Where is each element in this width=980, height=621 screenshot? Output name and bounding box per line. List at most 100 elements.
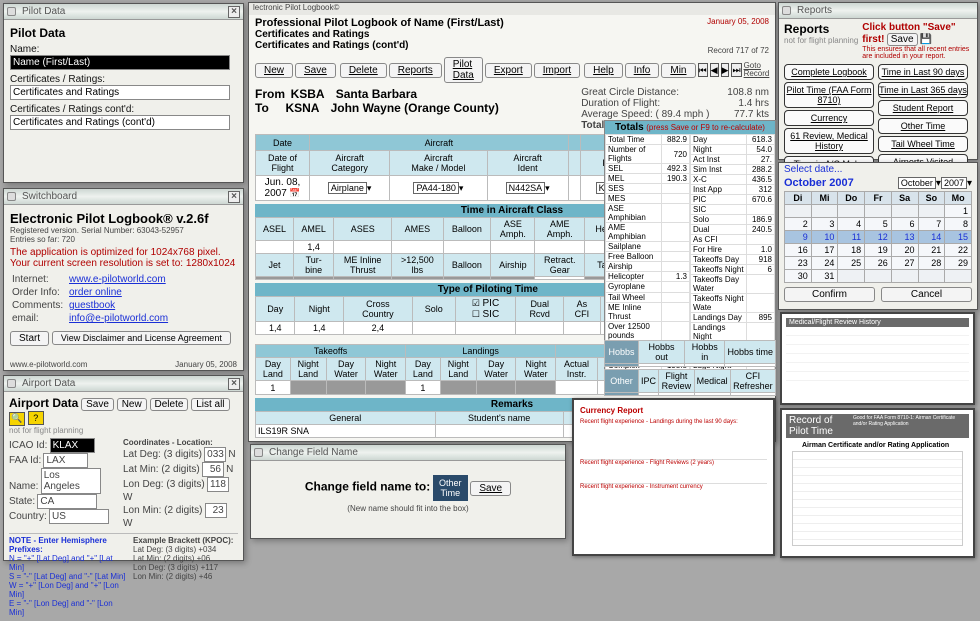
close-icon[interactable]: × [228,6,240,18]
help-button[interactable]: Help [584,63,623,78]
note-header: NOTE - Enter Hemisphere Prefixes: [9,536,127,554]
close-icon[interactable]: × [228,191,240,203]
info-button[interactable]: Info [625,63,660,78]
calendar-title: Select date... [779,163,977,177]
list-all-button[interactable]: List all [191,398,229,411]
latmin-field[interactable]: 56 [202,462,224,477]
nav-first-icon[interactable]: ⏮ [698,63,708,77]
country-label: Country: [9,511,47,522]
pilot-data-titlebar[interactable]: Pilot Data × [4,4,243,20]
coord-header: Coordinates - Location: [123,438,238,447]
latmin-label: Lat Min: (2 digits) [123,464,200,475]
delete-button[interactable]: Delete [150,398,189,411]
calendar-month-label: October 2007 [784,177,898,189]
from-name: Santa Barbara [336,87,417,101]
report-button[interactable]: Complete Logbook [784,64,874,80]
start-button[interactable]: Start [10,331,49,346]
switchboard-title: Switchboard [19,191,77,202]
nav-prev-icon[interactable]: ◀ [710,63,719,77]
name-field[interactable]: Los Angeles [41,468,101,494]
reports-window: Reports Reports not for flight planning … [778,2,978,160]
report-button[interactable]: Other Time [878,118,968,134]
min-button[interactable]: Min [661,63,695,78]
save-icon: 💾 [920,34,932,45]
logbook-date: January 05, 2008 [707,17,769,26]
airport-sub: not for flight planning [9,426,238,435]
report-button[interactable]: Student Report [878,100,968,116]
cert-field[interactable]: Certificates and Ratings [10,85,230,100]
order-link[interactable]: order online [69,287,122,298]
faa-field[interactable]: LAX [43,453,88,468]
new-button[interactable]: New [117,398,147,411]
nav-last-icon[interactable]: ⏭ [731,63,741,77]
category-select[interactable]: Airplane [328,182,367,194]
latdeg-label: Lat Deg: (3 digits) [123,449,202,460]
save-button[interactable]: Save [295,63,336,78]
help-icon[interactable]: ? [28,411,44,425]
hobbs-panel: HobbsHobbs outHobbs inHobbs time OtherIP… [604,340,776,396]
nav-next-icon[interactable]: ▶ [721,63,730,77]
name-label: Name: [9,481,38,492]
internet-link[interactable]: www.e-pilotworld.com [69,274,166,285]
toolbar: New Save Delete Reports Pilot Data Expor… [255,57,769,83]
comments-link[interactable]: guestbook [69,300,115,311]
change-field-window: Change Field Name Change field name to: … [250,444,566,539]
lonmin-field[interactable]: 23 [205,503,227,518]
confirm-button[interactable]: Confirm [784,287,875,302]
binoculars-icon[interactable]: 🔍 [9,412,25,426]
report-button[interactable]: Tail Wheel Time [878,136,968,152]
cancel-button[interactable]: Cancel [881,287,972,302]
switchboard-titlebar[interactable]: Switchboard × [4,189,243,205]
icao-label: ICAO Id: [9,440,47,451]
field-name-box[interactable]: Other Time [433,475,468,501]
goto-record[interactable]: Goto Record [744,62,770,78]
cert-label: Certificates / Ratings: [10,74,237,85]
report-button[interactable]: Currency [784,110,874,126]
import-button[interactable]: Import [534,63,580,78]
registration-line: Registered version. Serial Number: 63043… [10,226,237,235]
thumb-pilot-time: Record of Pilot TimeGood for FAA Form 87… [780,408,975,558]
thumb-currency: Currency Report Recent flight experience… [572,398,775,556]
report-button[interactable]: 61 Review, Medical History [784,128,874,154]
airport-title: Airport Data [19,378,75,389]
month-select[interactable]: October [898,177,936,189]
year-select[interactable]: 2007 [941,177,967,189]
email-link[interactable]: info@e-pilotworld.com [69,313,168,324]
latdeg-field[interactable]: 033 [204,447,226,462]
airport-data-window: Airport Data × Airport Data Save New Del… [3,375,244,561]
state-field[interactable]: CA [37,494,97,509]
change-field-titlebar[interactable]: Change Field Name [251,445,565,461]
reports-button[interactable]: Reports [389,63,442,78]
report-button[interactable]: Time in Last 90 days [878,64,968,80]
name-field[interactable]: Name (First/Last) [10,55,230,70]
save-button[interactable]: Save [887,33,918,46]
logbook-heading: Professional Pilot Logbook of Name (Firs… [255,17,504,29]
window-icon [7,7,16,16]
date-field[interactable]: Jun. 08, 2007 [265,177,301,199]
country-field[interactable]: US [49,509,109,524]
pilotdata-button[interactable]: Pilot Data [444,57,483,83]
close-icon[interactable]: × [228,378,240,390]
disclaimer-button[interactable]: View Disclaimer and License Agreement [52,331,231,345]
delete-button[interactable]: Delete [340,63,387,78]
reports-titlebar[interactable]: Reports [779,3,977,19]
lonmin-label: Lon Min: (2 digits) [123,505,202,516]
export-button[interactable]: Export [485,63,532,78]
comments-label: Comments: [12,300,67,311]
save-button[interactable]: Save [81,398,114,411]
makemodel-select[interactable]: PA44-180 [413,182,458,194]
ident-select[interactable]: N442SA [506,182,546,194]
name-label: Name: [10,44,237,55]
report-button[interactable]: Pilot Time (FAA Form 8710) [784,82,874,108]
report-button[interactable]: Time in Last 365 days [878,82,968,98]
state-label: State: [9,496,35,507]
new-button[interactable]: New [255,63,293,78]
cert2-field[interactable]: Certificates and Ratings (cont'd) [10,115,230,130]
example-header: Example Brackett (KPOC): [133,536,238,545]
airport-titlebar[interactable]: Airport Data × [4,376,243,392]
save-button[interactable]: Save [470,481,511,496]
pilot-data-title: Pilot Data [19,6,65,17]
londeg-field[interactable]: 118 [207,477,229,492]
change-field-hint: (New name should fit into the box) [257,504,559,513]
icao-field[interactable]: KLAX [50,438,95,453]
